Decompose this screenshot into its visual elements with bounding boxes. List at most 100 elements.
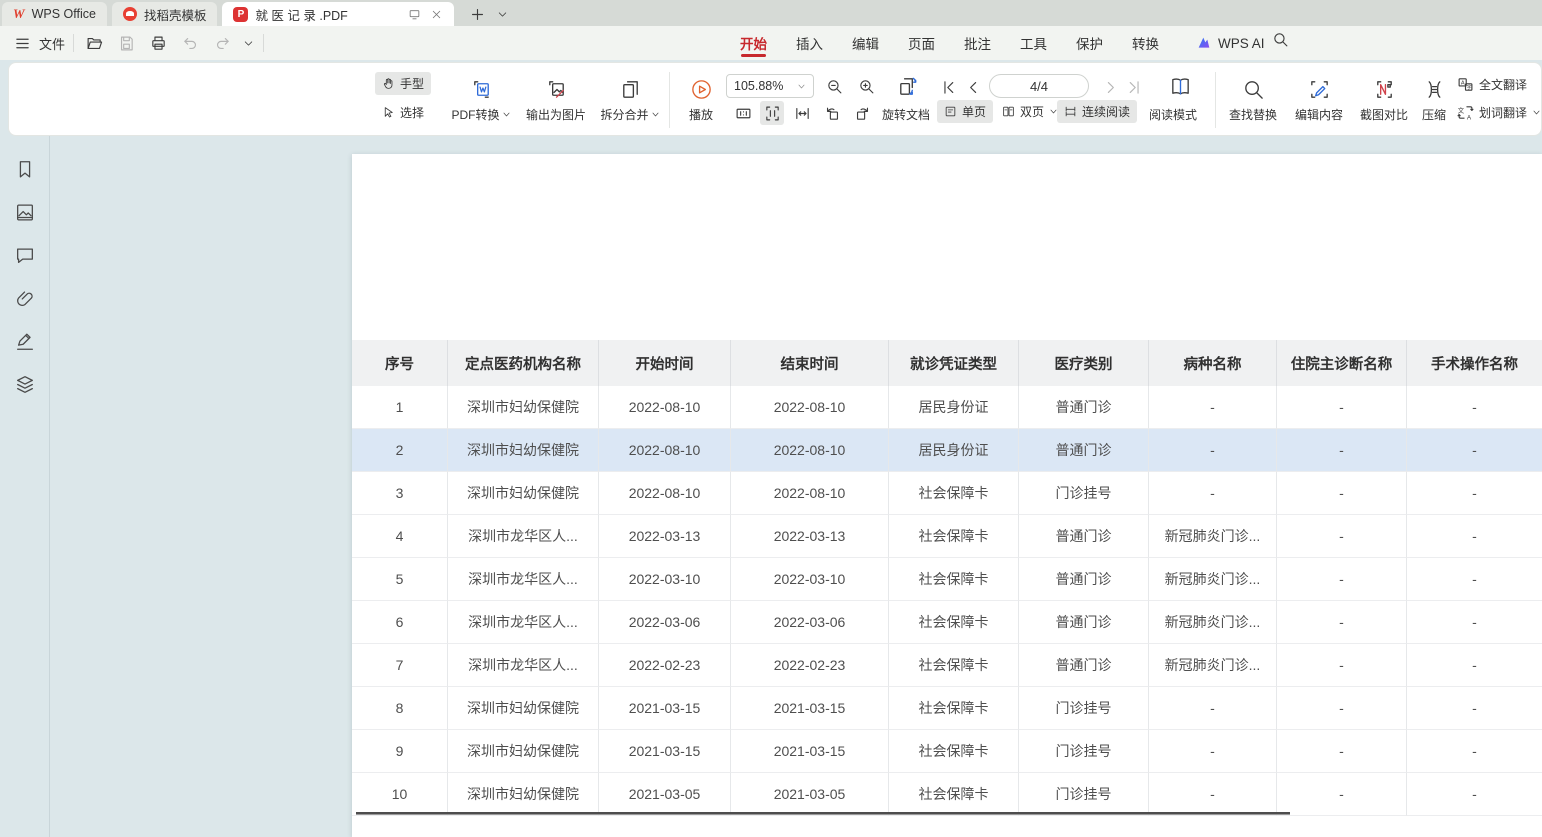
play-button[interactable]: 播放: [673, 71, 729, 129]
rotate-pages-button[interactable]: [893, 72, 921, 100]
split-merge-icon: [619, 78, 642, 101]
table-row[interactable]: 7深圳市龙华区人...2022-02-232022-02-23社会保障卡普通门诊…: [352, 644, 1542, 687]
tab-wps-office[interactable]: W WPS Office: [2, 2, 107, 26]
menu-item-页面[interactable]: 页面: [908, 26, 935, 60]
previous-page-button[interactable]: [962, 75, 984, 99]
table-cell: 社会保障卡: [889, 644, 1019, 687]
table-cell: 2021-03-15: [599, 687, 731, 730]
table-row[interactable]: 1深圳市妇幼保健院2022-08-102022-08-10居民身份证普通门诊--…: [352, 386, 1542, 429]
menu-search-button[interactable]: [1272, 31, 1289, 48]
monitor-icon[interactable]: [408, 8, 421, 21]
first-page-button[interactable]: [937, 75, 959, 99]
save-button[interactable]: [114, 31, 138, 55]
table-cell: -: [1277, 644, 1407, 687]
table-cell: 普通门诊: [1019, 601, 1149, 644]
signature-panel-button[interactable]: [14, 330, 36, 352]
table-row[interactable]: 6深圳市龙华区人...2022-03-062022-03-06社会保障卡普通门诊…: [352, 601, 1542, 644]
menu-item-开始[interactable]: 开始: [740, 26, 767, 60]
screenshot-compare-button[interactable]: 截图对比: [1353, 71, 1415, 129]
table-cell: 门诊挂号: [1019, 773, 1149, 816]
tab-label: 找稻壳模板: [144, 5, 207, 24]
table-row[interactable]: 4深圳市龙华区人...2022-03-132022-03-13社会保障卡普通门诊…: [352, 515, 1542, 558]
rotate-left-button[interactable]: [820, 101, 844, 125]
actual-size-button[interactable]: [731, 101, 755, 125]
table-cell: 社会保障卡: [889, 773, 1019, 816]
table-row[interactable]: 5深圳市龙华区人...2022-03-102022-03-10社会保障卡普通门诊…: [352, 558, 1542, 601]
file-menu[interactable]: 文件: [39, 34, 65, 53]
table-cell: 2021-03-15: [731, 730, 889, 773]
attachments-panel-button[interactable]: [14, 287, 36, 309]
menu-item-编辑[interactable]: 编辑: [852, 26, 879, 60]
split-merge-button[interactable]: 拆分合并: [595, 71, 665, 129]
export-image-button[interactable]: 输出为图片: [517, 71, 595, 129]
tab-list-chevron-icon[interactable]: [496, 8, 509, 21]
hamburger-icon[interactable]: [14, 35, 31, 52]
page-indicator-input[interactable]: 4/4: [989, 74, 1089, 98]
table-cell: -: [1149, 386, 1277, 429]
full-translate-button[interactable]: A字 全文翻译: [1457, 76, 1527, 93]
print-button[interactable]: [146, 31, 170, 55]
redo-button[interactable]: [210, 31, 234, 55]
table-row[interactable]: 2深圳市妇幼保健院2022-08-102022-08-10居民身份证普通门诊--…: [352, 429, 1542, 472]
tab-document-pdf[interactable]: P 就 医 记 录 .PDF: [222, 2, 454, 26]
table-cell: 2022-03-13: [731, 515, 889, 558]
quickbar-chevron-icon[interactable]: [242, 37, 255, 50]
table-cell: -: [1407, 472, 1542, 515]
table-cell: 深圳市妇幼保健院: [448, 773, 599, 816]
table-cell: 2022-02-23: [599, 644, 731, 687]
zoom-in-button[interactable]: [854, 74, 878, 98]
menu-item-批注[interactable]: 批注: [964, 26, 991, 60]
table-cell: -: [1407, 515, 1542, 558]
table-bottom-scrollbar[interactable]: [356, 812, 1290, 815]
rotate-right-button[interactable]: [850, 101, 874, 125]
table-cell: -: [1277, 558, 1407, 601]
select-tool-button[interactable]: 选择: [375, 101, 431, 124]
table-cell: 普通门诊: [1019, 558, 1149, 601]
double-page-button[interactable]: 双页: [995, 100, 1065, 123]
wps-ai-menu[interactable]: WPS AI: [1196, 26, 1265, 60]
continuous-read-label: 连续阅读: [1082, 103, 1130, 120]
comments-panel-button[interactable]: [14, 244, 36, 266]
close-tab-icon[interactable]: [430, 8, 443, 21]
menu-item-工具[interactable]: 工具: [1020, 26, 1047, 60]
read-mode-button[interactable]: [1165, 71, 1195, 101]
read-mode-label: 阅读模式: [1149, 106, 1197, 123]
next-page-icon: [1102, 79, 1119, 96]
last-page-button[interactable]: [1123, 75, 1145, 99]
table-cell: -: [1277, 472, 1407, 515]
word-translate-button[interactable]: 文A 划词翻译: [1457, 104, 1541, 121]
find-replace-button[interactable]: 查找替换: [1221, 71, 1285, 129]
next-page-button[interactable]: [1099, 75, 1121, 99]
continuous-read-button[interactable]: 连续阅读: [1057, 100, 1137, 123]
single-page-button[interactable]: 单页: [937, 100, 993, 123]
thumbnail-panel-button[interactable]: [14, 201, 36, 223]
bookmark-panel-button[interactable]: [14, 158, 36, 180]
zoom-out-button[interactable]: [822, 74, 846, 98]
table-row[interactable]: 10深圳市妇幼保健院2021-03-052021-03-05社会保障卡门诊挂号-…: [352, 773, 1542, 816]
layers-panel-button[interactable]: [14, 373, 36, 395]
zoom-level-dropdown[interactable]: 105.88%: [726, 74, 814, 98]
printer-icon: [150, 35, 167, 52]
tab-docer-templates[interactable]: 找稻壳模板: [112, 2, 218, 26]
table-cell: 门诊挂号: [1019, 472, 1149, 515]
undo-button[interactable]: [178, 31, 202, 55]
table-cell: -: [1407, 558, 1542, 601]
rotate-doc-label: 旋转文档: [882, 106, 930, 123]
fit-page-button[interactable]: [760, 101, 784, 125]
table-cell: 1: [352, 386, 448, 429]
fit-width-button[interactable]: [790, 101, 814, 125]
hand-tool-button[interactable]: 手型: [375, 72, 431, 95]
pdf-convert-button[interactable]: PDF转换: [445, 71, 517, 129]
table-row[interactable]: 9深圳市妇幼保健院2021-03-152021-03-15社会保障卡门诊挂号--…: [352, 730, 1542, 773]
edit-content-button[interactable]: 编辑内容: [1287, 71, 1351, 129]
compress-button[interactable]: 压缩: [1413, 71, 1455, 129]
open-file-button[interactable]: [82, 31, 106, 55]
menu-item-插入[interactable]: 插入: [796, 26, 823, 60]
menu-item-转换[interactable]: 转换: [1132, 26, 1159, 60]
menu-item-保护[interactable]: 保护: [1076, 26, 1103, 60]
table-row[interactable]: 8深圳市妇幼保健院2021-03-152021-03-15社会保障卡门诊挂号--…: [352, 687, 1542, 730]
new-tab-icon[interactable]: [469, 6, 486, 23]
pdf-page[interactable]: 序号定点医药机构名称开始时间结束时间就诊凭证类型医疗类别病种名称住院主诊断名称手…: [352, 154, 1542, 837]
svg-text:文: 文: [1458, 106, 1465, 115]
table-row[interactable]: 3深圳市妇幼保健院2022-08-102022-08-10社会保障卡门诊挂号--…: [352, 472, 1542, 515]
